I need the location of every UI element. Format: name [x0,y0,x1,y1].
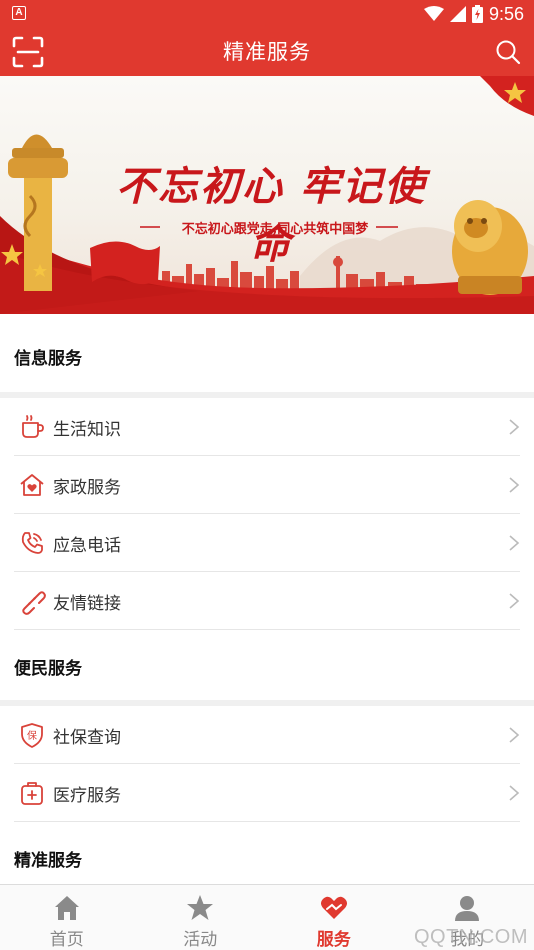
star-icon [187,895,214,920]
wifi-icon [423,6,444,21]
link-icon [22,591,46,615]
page-title: 精准服务 [223,40,311,64]
chevron-right-icon [509,477,520,493]
list-item-label: 应急电话 [53,536,121,556]
search-icon[interactable] [492,36,524,68]
signal-icon [449,6,466,22]
shield-icon: 保 [21,723,43,748]
chevron-right-icon [509,785,520,801]
nav-activity[interactable]: 活动 [134,885,268,950]
banner[interactable]: 不忘初心 牢记使命 不忘初心跟党走,同心共筑中国梦 [0,76,534,314]
medical-kit-icon [21,782,43,805]
list-item-friendly-links[interactable]: 友情链接 [0,572,534,630]
svg-text:保: 保 [27,729,37,742]
list-item-housekeeping[interactable]: 家政服务 [0,456,534,514]
list-item-social-security[interactable]: 保 社保查询 [0,706,534,764]
chevron-right-icon [509,419,520,435]
section-header-precision: 精准服务 [0,822,534,884]
section-title: 精准服务 [14,851,82,871]
nav-label: 首页 [49,930,84,950]
app-bar: 精准服务 [0,28,534,76]
clock: 9:56 [488,3,524,24]
list-item-emergency-phone[interactable]: 应急电话 [0,514,534,572]
chevron-right-icon [509,727,520,743]
banner-title: 不忘初心 牢记使命 [116,163,426,268]
cup-icon [22,415,44,438]
battery-icon [471,5,483,23]
list-item-life-knowledge[interactable]: 生活知识 [0,398,534,456]
section-title: 便民服务 [14,659,82,679]
section-header-convenience: 便民服务 [0,630,534,700]
chevron-right-icon [509,535,520,551]
heart-hand-icon [320,896,347,919]
section-title: 信息服务 [14,349,82,369]
list-item-label: 社保查询 [53,728,121,748]
home-heart-icon [20,474,44,496]
list-item-label: 家政服务 [53,478,121,498]
user-icon [455,896,480,921]
nav-label: 服务 [316,930,351,950]
nav-label: 活动 [183,930,218,950]
list-item-label: 友情链接 [53,594,121,614]
list-item-label: 生活知识 [53,420,121,440]
chevron-right-icon [509,593,520,609]
list-item-medical[interactable]: 医疗服务 [0,764,534,822]
nav-service[interactable]: 服务 [267,885,401,950]
status-icons: 9:56 [423,2,524,26]
list-item-label: 医疗服务 [53,786,121,806]
status-bar: A 9:56 [0,0,534,28]
section-header-info: 信息服务 [0,314,534,392]
home-icon [54,896,79,920]
banner-subtitle: 不忘初心跟党走,同心共筑中国梦 [181,222,369,237]
notification-badge: A [12,6,26,20]
nav-home[interactable]: 首页 [0,885,134,950]
phone-icon [21,532,43,554]
watermark: QQTN.COM [414,926,528,948]
